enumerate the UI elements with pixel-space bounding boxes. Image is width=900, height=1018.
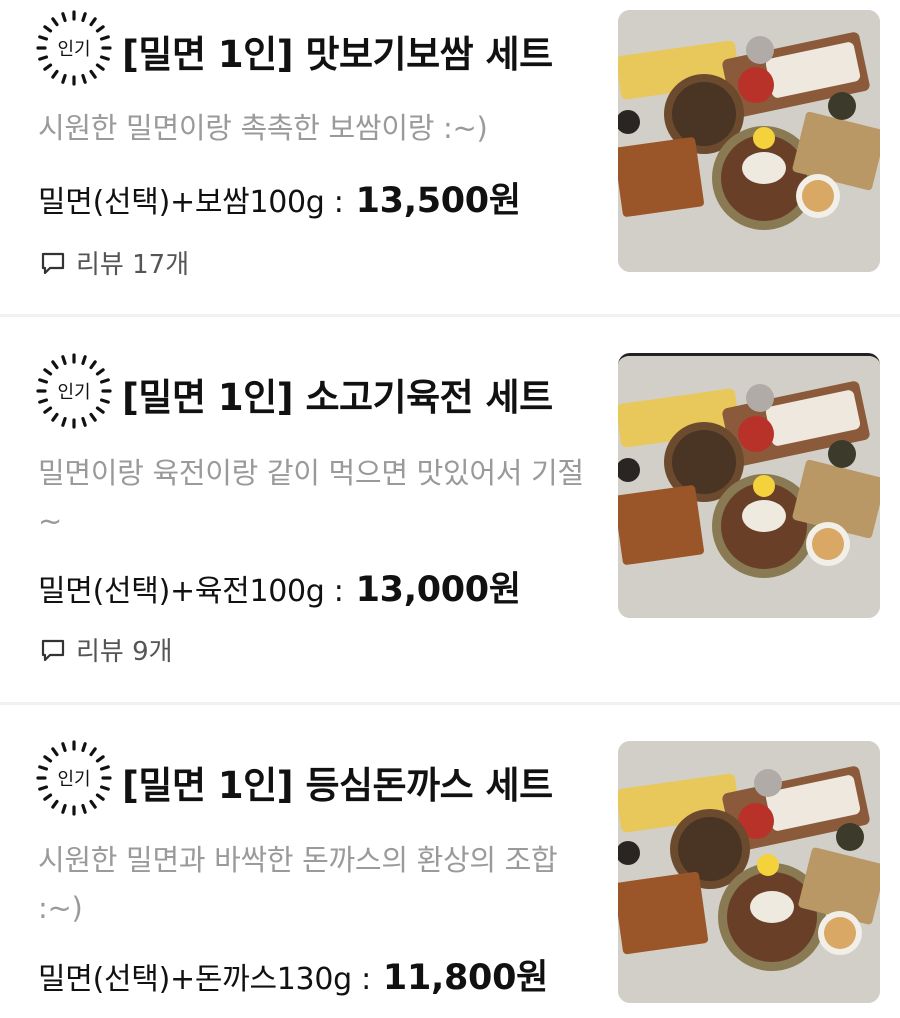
price-line: 밀면(선택)+돈까스130g : 11,800원 [38, 949, 548, 1000]
menu-item-yukjeon-set[interactable]: 인기 [밀면 1인] 소고기육전 세트 밀면이랑 육전이랑 같이 먹으면 맛있어… [0, 317, 900, 702]
price: 11,800원 [382, 958, 549, 998]
menu-item-photo [618, 741, 880, 1003]
popular-badge: 인기 [36, 353, 112, 429]
item-description: 시원한 밀면이랑 촉촉한 보쌈이랑 :~) [38, 111, 488, 145]
menu-item-bossam-set[interactable]: 인기 [밀면 1인] 맛보기보쌈 세트 시원한 밀면이랑 촉촉한 보쌈이랑 :~… [0, 0, 900, 316]
sunburst-badge-icon: 인기 [36, 353, 112, 429]
price-line: 밀면(선택)+보쌈100g : 13,500원 [38, 172, 521, 223]
review-link[interactable]: 리뷰 9개 [40, 631, 173, 668]
option-text: 밀면(선택)+육전100g : [38, 574, 344, 609]
popular-badge: 인기 [36, 740, 112, 816]
item-title: [밀면 1인] 소고기육전 세트 [122, 376, 553, 419]
price-line: 밀면(선택)+육전100g : 13,000원 [38, 561, 521, 612]
sunburst-badge-icon: 인기 [36, 740, 112, 816]
review-link[interactable]: 리뷰 17개 [40, 244, 189, 281]
menu-item-photo [618, 10, 880, 272]
badge-label: 인기 [57, 769, 90, 790]
popular-badge: 인기 [36, 10, 112, 86]
price: 13,500원 [355, 181, 521, 221]
option-text: 밀면(선택)+돈까스130g : [38, 962, 371, 997]
menu-item-donkatsu-set[interactable]: 인기 [밀면 1인] 등심돈까스 세트 시원한 밀면과 바싹한 돈까스의 환상의… [0, 705, 900, 1018]
menu-item-photo [618, 353, 880, 618]
item-title: [밀면 1인] 맛보기보쌈 세트 [122, 33, 553, 76]
badge-label: 인기 [57, 382, 90, 403]
item-description: 밀면이랑 육전이랑 같이 먹으면 맛있어서 기절~ [38, 456, 584, 538]
item-description: 시원한 밀면과 바싹한 돈까스의 환상의 조합 :~) [38, 843, 558, 925]
sunburst-badge-icon: 인기 [36, 10, 112, 86]
price: 13,000원 [355, 570, 521, 610]
review-count: 리뷰 9개 [76, 637, 173, 667]
review-count: 리뷰 17개 [76, 250, 190, 280]
speech-bubble-icon [41, 639, 65, 661]
speech-bubble-icon [41, 252, 65, 274]
item-title: [밀면 1인] 등심돈까스 세트 [122, 764, 553, 807]
badge-label: 인기 [57, 39, 90, 60]
option-text: 밀면(선택)+보쌈100g : [38, 185, 344, 220]
